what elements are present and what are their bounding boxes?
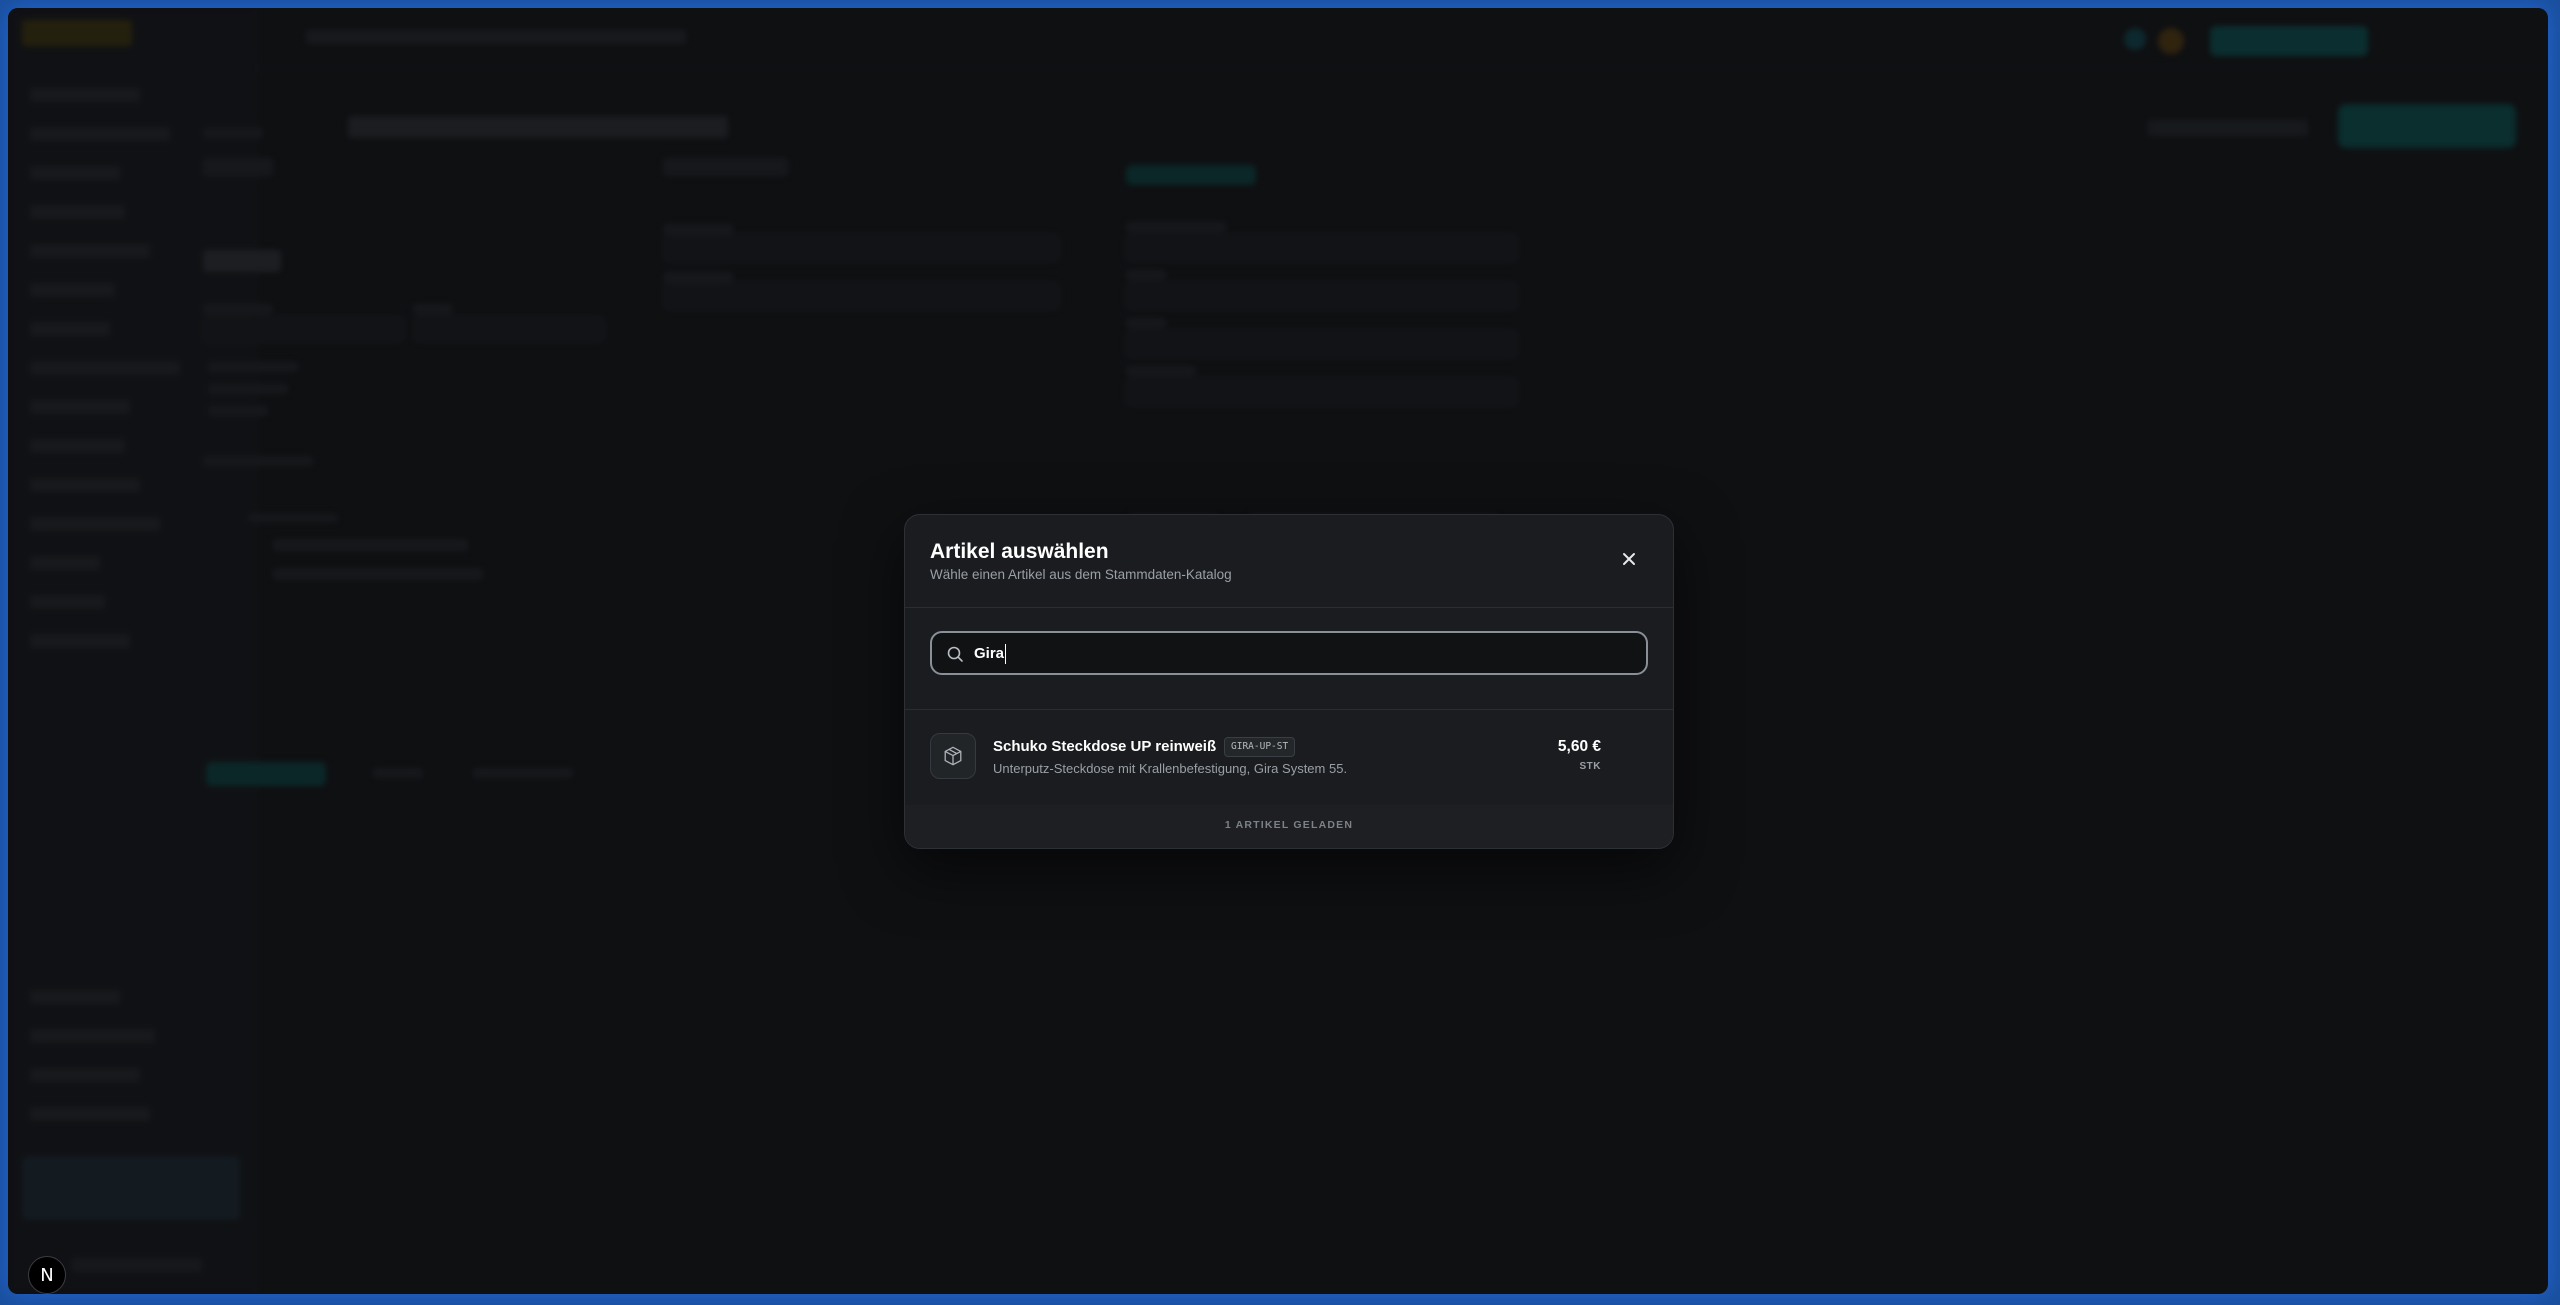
dialog-title: Artikel auswählen <box>930 540 1109 563</box>
search-section <box>905 607 1673 710</box>
result-count: 1 ARTIKEL GELADEN <box>1224 819 1354 831</box>
result-name: Schuko Steckdose UP reinweiß <box>993 738 1217 755</box>
search-icon <box>947 646 963 662</box>
result-thumbnail <box>930 733 976 779</box>
app-window: Artikel auswählen Wähle einen Artikel au… <box>8 8 2548 1294</box>
close-icon <box>1623 553 1635 565</box>
results-list: Schuko Steckdose UP reinweiß GIRA-UP-ST … <box>905 709 1673 806</box>
result-unit: STK <box>1579 761 1601 772</box>
package-icon <box>944 746 962 766</box>
result-price: 5,60 € <box>1557 738 1601 755</box>
dialog-footer: 1 ARTIKEL GELADEN <box>905 805 1673 848</box>
text-caret <box>1005 644 1006 664</box>
dev-tools-badge[interactable]: N <box>28 1256 66 1294</box>
close-button[interactable] <box>1615 545 1643 573</box>
article-picker-dialog: Artikel auswählen Wähle einen Artikel au… <box>904 514 1674 849</box>
search-input[interactable] <box>974 633 1614 673</box>
result-sku-badge: GIRA-UP-ST <box>1224 737 1296 757</box>
dialog-subtitle: Wähle einen Artikel aus dem Stammdaten-K… <box>930 567 1232 582</box>
result-description: Unterputz-Steckdose mit Krallenbefestigu… <box>993 761 1348 776</box>
search-box[interactable] <box>930 631 1648 675</box>
result-item[interactable]: Schuko Steckdose UP reinweiß GIRA-UP-ST … <box>905 709 1673 805</box>
dialog-header: Artikel auswählen Wähle einen Artikel au… <box>905 515 1673 608</box>
